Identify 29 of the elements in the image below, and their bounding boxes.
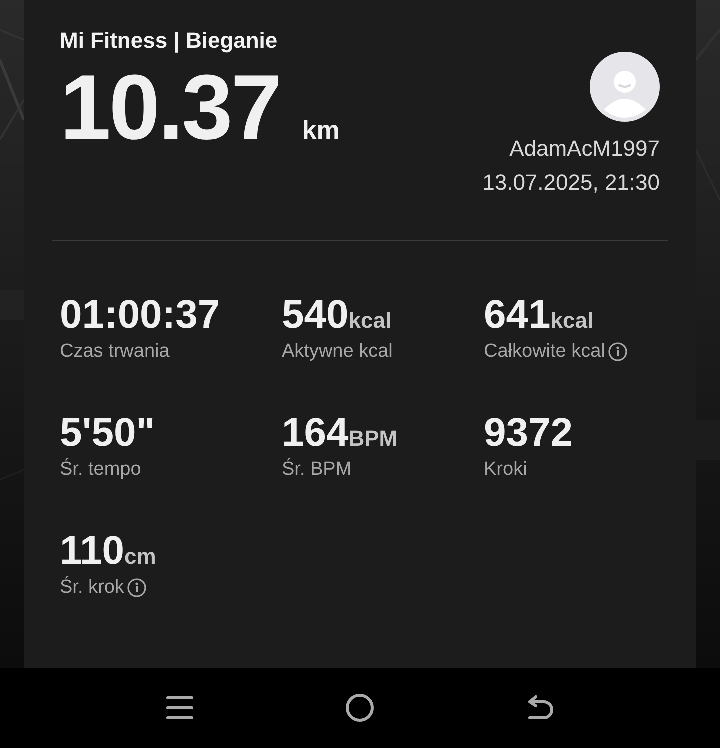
stat-unit: kcal bbox=[550, 307, 594, 335]
stat-value: 540 bbox=[282, 293, 349, 337]
stat-value: 641 bbox=[484, 293, 551, 337]
menu-icon[interactable] bbox=[166, 695, 194, 721]
info-icon[interactable] bbox=[608, 342, 628, 362]
stat-label: Całkowite kcal bbox=[484, 340, 606, 364]
home-icon[interactable] bbox=[345, 693, 375, 723]
username: AdamAcM1997 bbox=[510, 135, 660, 163]
distance-unit: km bbox=[302, 114, 340, 147]
stat-value: 164 bbox=[282, 411, 349, 455]
stat-unit: cm bbox=[124, 543, 156, 571]
stat-value: 9372 bbox=[484, 411, 573, 455]
info-icon[interactable] bbox=[127, 578, 148, 598]
stat-label: Kroki bbox=[484, 458, 528, 482]
stat-value: 5'50" bbox=[60, 411, 156, 455]
avatar-icon bbox=[590, 52, 660, 122]
stat-label: Śr. tempo bbox=[60, 457, 142, 482]
distance-value: 10.37 bbox=[60, 58, 280, 158]
stat-label: Śr. krok bbox=[60, 575, 124, 600]
back-icon[interactable] bbox=[526, 694, 554, 722]
stat-unit: kcal bbox=[348, 307, 392, 335]
stat-value: 01:00:37 bbox=[60, 293, 220, 337]
stat-label: Czas trwania bbox=[60, 340, 170, 364]
stat-label: Śr. BPM bbox=[282, 457, 352, 482]
workout-datetime: 13.07.2025, 21:30 bbox=[482, 169, 660, 197]
app-title: Mi Fitness | Bieganie bbox=[60, 27, 278, 55]
stat-value: 110 bbox=[60, 529, 125, 573]
stat-label: Aktywne kcal bbox=[282, 340, 393, 364]
stat-unit: BPM bbox=[348, 425, 398, 453]
